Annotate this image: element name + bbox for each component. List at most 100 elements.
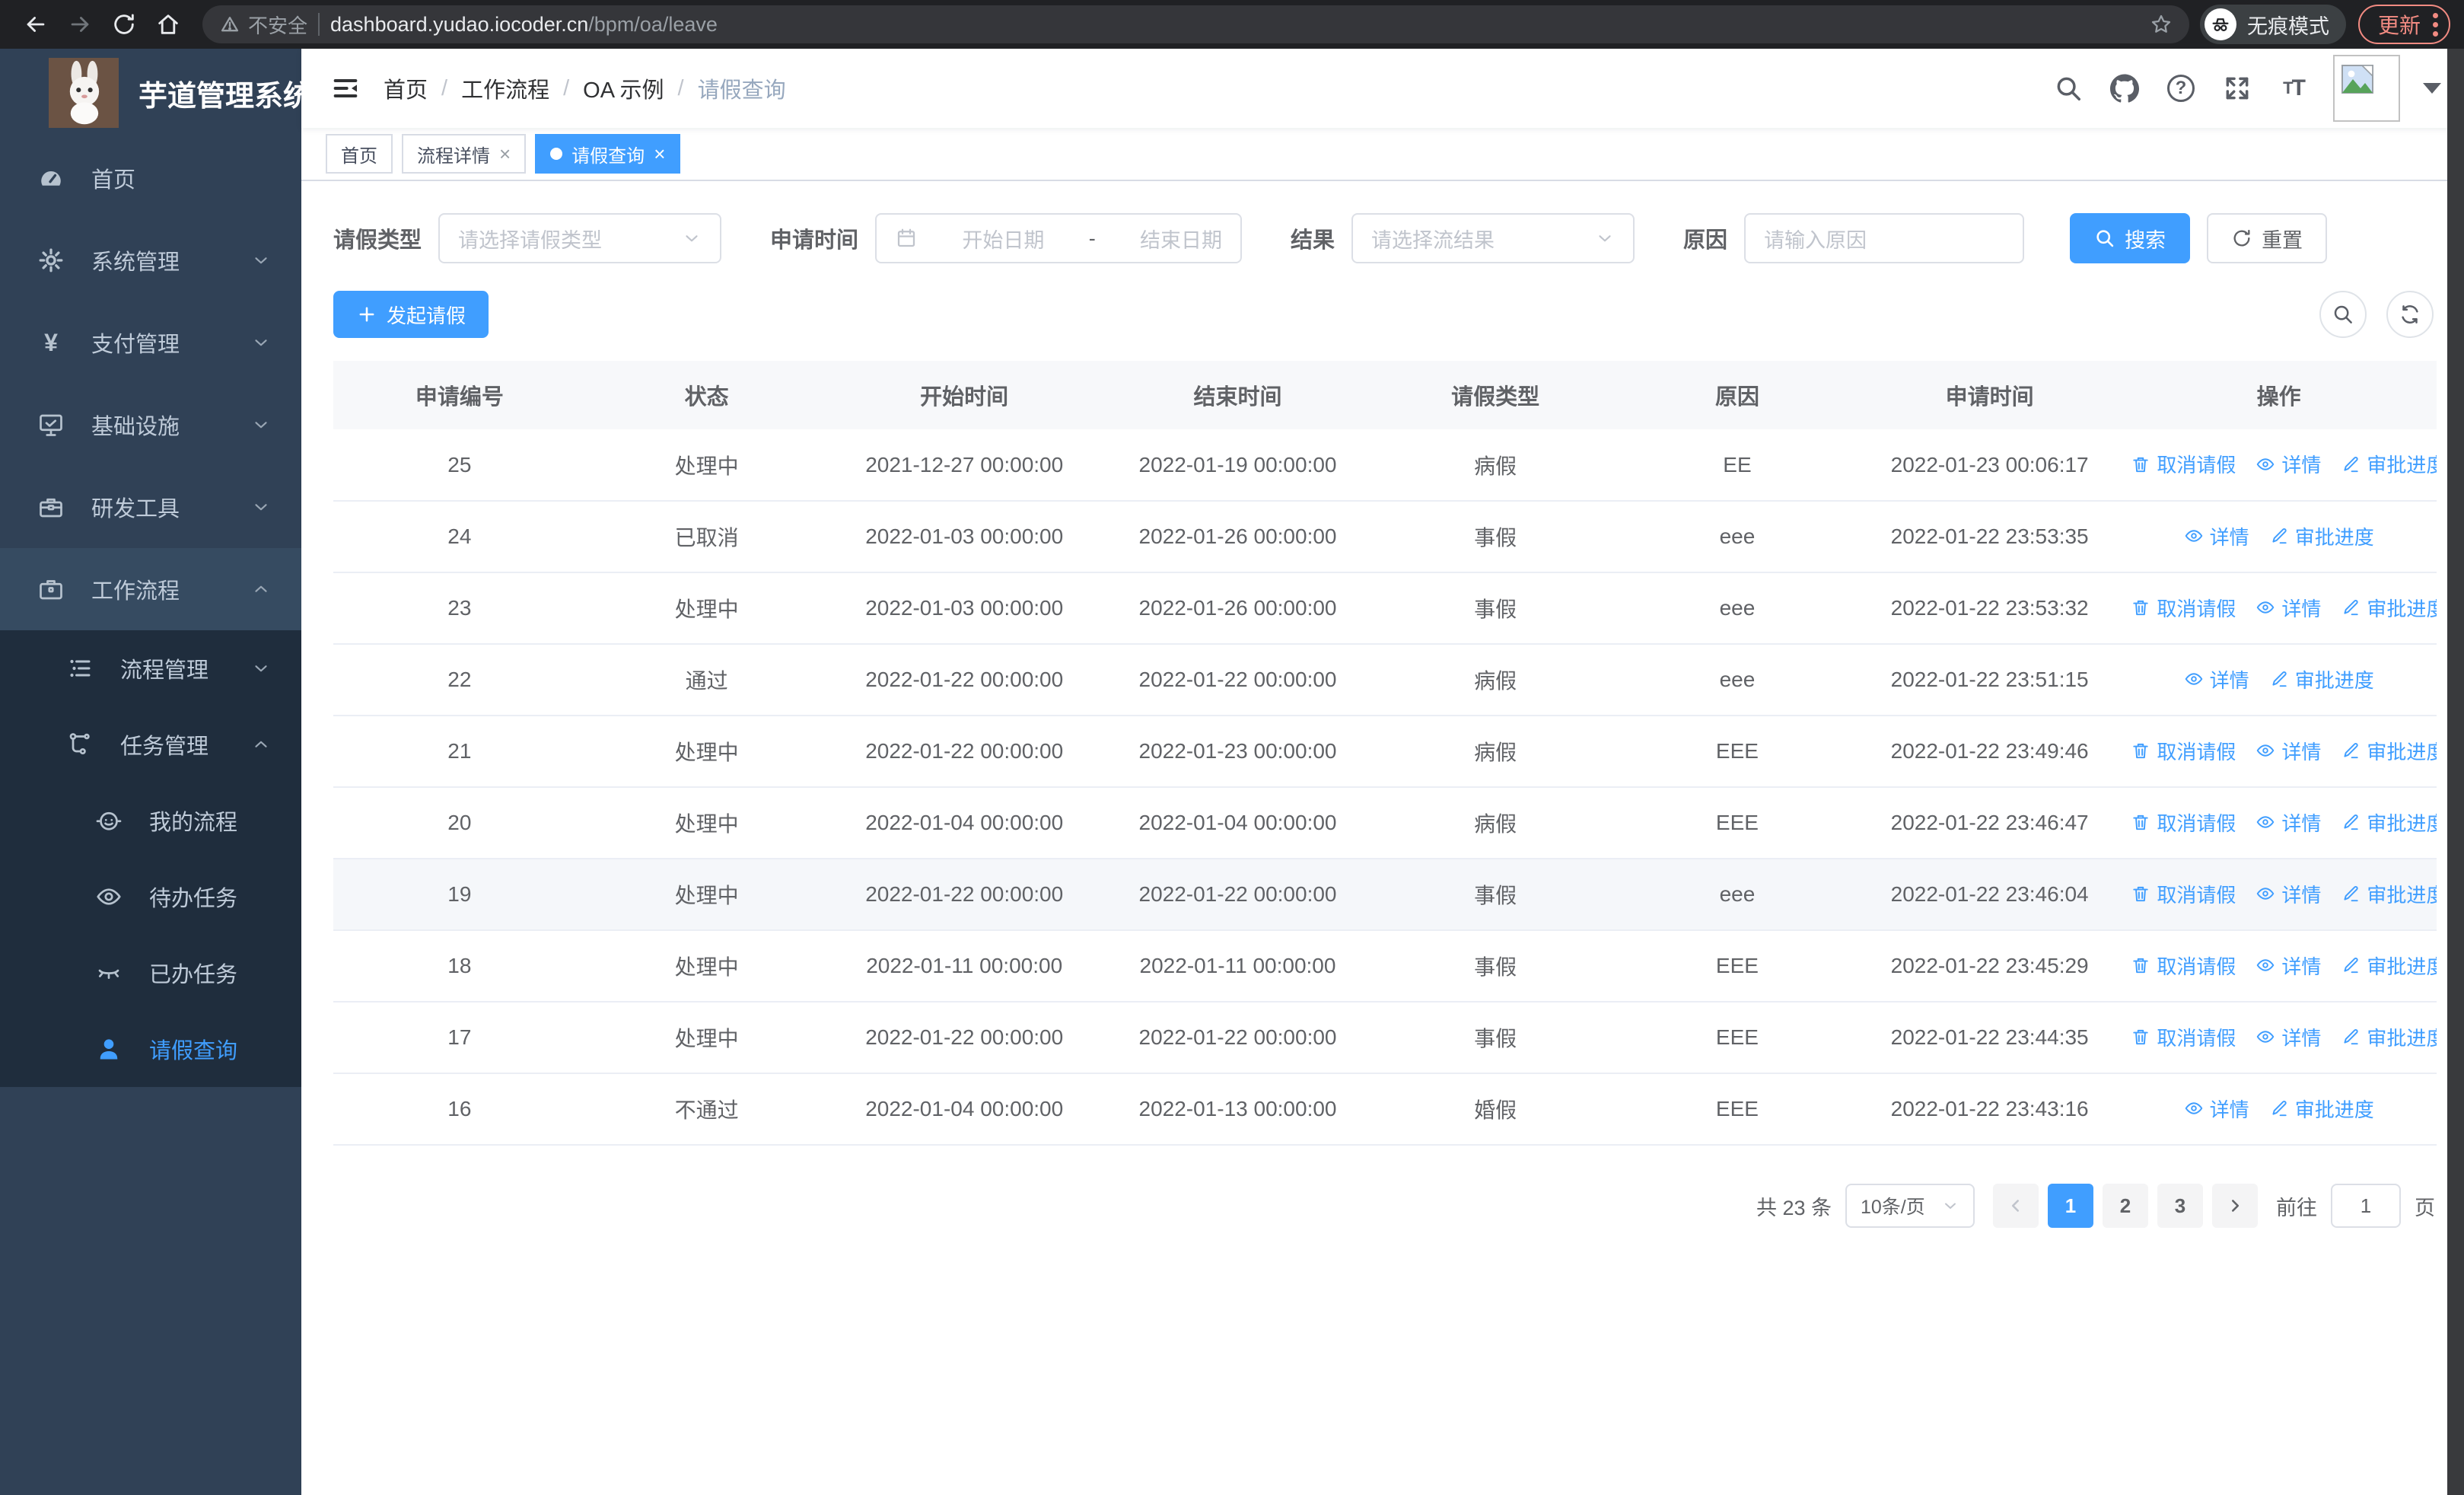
sidebar-item-home[interactable]: 首页 [0, 137, 301, 219]
browser-scrollbar[interactable] [2447, 49, 2464, 1495]
action-cancel-link[interactable]: 取消请假 [2131, 1023, 2236, 1051]
help-icon[interactable]: ? [2164, 72, 2198, 105]
sidebar-item-done-tasks[interactable]: 已办任务 [0, 935, 301, 1011]
table-row[interactable]: 23 处理中 2022-01-03 00:00:00 2022-01-26 00:00… [333, 572, 2437, 645]
action-progress-link[interactable]: 审批进度 [2269, 522, 2374, 550]
page-button-1[interactable]: 1 [2048, 1184, 2093, 1228]
page-button-3[interactable]: 3 [2157, 1184, 2203, 1228]
sidebar-item-label: 系统管理 [91, 250, 180, 275]
tag-leave-query[interactable]: 请假查询 × [535, 134, 681, 174]
sidebar-item-task-mgmt[interactable]: 任务管理 [0, 706, 301, 783]
leave-type-select[interactable]: 请选择请假类型 [438, 213, 722, 263]
goto-page-input[interactable] [2331, 1184, 2401, 1228]
reason-input[interactable]: 请输入原因 [1744, 213, 2025, 263]
table-row[interactable]: 16 不通过 2022-01-04 00:00:00 2022-01-13 00:00… [333, 1073, 2437, 1146]
sidebar-item-system[interactable]: 系统管理 [0, 219, 301, 301]
reload-icon[interactable] [102, 5, 146, 44]
table-row[interactable]: 25 处理中 2021-12-27 00:00:00 2022-01-19 00:00… [333, 429, 2437, 502]
breadcrumb-oa-example[interactable]: OA 示例 [583, 72, 664, 104]
action-cancel-link[interactable]: 取消请假 [2131, 450, 2236, 478]
back-icon[interactable] [14, 5, 58, 44]
sidebar-item-process-mgmt[interactable]: 流程管理 [0, 630, 301, 706]
eye-icon [2257, 816, 2275, 828]
sidebar-item-devtools[interactable]: 研发工具 [0, 466, 301, 548]
action-progress-link[interactable]: 审批进度 [2269, 1095, 2374, 1123]
close-icon[interactable]: × [654, 144, 665, 164]
cell-applied: 2022-01-22 23:53:32 [1858, 572, 2122, 645]
action-cancel-link[interactable]: 取消请假 [2131, 594, 2236, 622]
create-leave-button[interactable]: 发起请假 [333, 291, 489, 338]
action-progress-link[interactable]: 审批进度 [2341, 880, 2437, 908]
action-detail-link[interactable]: 详情 [2184, 1095, 2249, 1123]
action-detail-link[interactable]: 详情 [2255, 1023, 2321, 1051]
breadcrumb-workflow[interactable]: 工作流程 [461, 72, 549, 104]
action-detail-link[interactable]: 详情 [2255, 450, 2321, 478]
security-warning[interactable]: 不安全 [219, 11, 307, 39]
action-cancel-link[interactable]: 取消请假 [2131, 808, 2236, 837]
forward-icon[interactable] [58, 5, 102, 44]
next-page-button[interactable] [2212, 1184, 2258, 1228]
update-button[interactable]: 更新 [2357, 5, 2450, 44]
action-detail-link[interactable]: 详情 [2255, 594, 2321, 622]
action-progress-link[interactable]: 审批进度 [2341, 808, 2437, 837]
tag-process-detail[interactable]: 流程详情 × [402, 134, 527, 174]
action-detail-link[interactable]: 详情 [2255, 737, 2321, 765]
sidebar-item-payment[interactable]: ¥ 支付管理 [0, 301, 301, 384]
search-icon[interactable] [2052, 72, 2085, 105]
action-detail-link[interactable]: 详情 [2255, 880, 2321, 908]
action-cancel-link[interactable]: 取消请假 [2131, 952, 2236, 980]
page-button-2[interactable]: 2 [2103, 1184, 2148, 1228]
sidebar-item-workflow[interactable]: 工作流程 [0, 548, 301, 630]
home-icon[interactable] [146, 5, 190, 44]
table-row[interactable]: 22 通过 2022-01-22 00:00:00 2022-01-22 00:00:… [333, 644, 2437, 716]
github-icon[interactable] [2108, 72, 2141, 105]
toggle-search-button[interactable] [2319, 291, 2367, 338]
sidebar-item-todo-tasks[interactable]: 待办任务 [0, 859, 301, 935]
result-select[interactable]: 请选择流结果 [1351, 213, 1635, 263]
action-detail-link[interactable]: 详情 [2255, 808, 2321, 837]
action-progress-link[interactable]: 审批进度 [2341, 952, 2437, 980]
cell-id: 17 [333, 1002, 586, 1074]
cell-actions: 取消请假 详情 审批进度 [2121, 930, 2437, 1003]
table-row[interactable]: 17 处理中 2022-01-22 00:00:00 2022-01-22 00:00… [333, 1002, 2437, 1074]
search-button[interactable]: 搜索 [2070, 213, 2191, 263]
action-detail-link[interactable]: 详情 [2255, 952, 2321, 980]
table-row[interactable]: 18 处理中 2022-01-11 00:00:00 2022-01-11 00:00… [333, 930, 2437, 1003]
action-progress-link[interactable]: 审批进度 [2341, 450, 2437, 478]
table-row[interactable]: 20 处理中 2022-01-04 00:00:00 2022-01-04 00:00… [333, 787, 2437, 859]
action-label: 审批进度 [2367, 1026, 2437, 1050]
app-logo-row[interactable]: 芋道管理系统 [0, 49, 301, 137]
sidebar-item-my-process[interactable]: 我的流程 [0, 783, 301, 859]
bookmark-star-icon[interactable] [2150, 13, 2173, 36]
table-row[interactable]: 19 处理中 2022-01-22 00:00:00 2022-01-22 00:00… [333, 859, 2437, 931]
table-row[interactable]: 24 已取消 2022-01-03 00:00:00 2022-01-26 00:00… [333, 501, 2437, 573]
action-detail-link[interactable]: 详情 [2184, 665, 2249, 693]
apply-time-range-picker[interactable]: 开始日期 - 结束日期 [875, 213, 1243, 263]
sidebar-collapse-icon[interactable] [324, 67, 367, 110]
calendar-icon [895, 227, 918, 250]
page-size-select[interactable]: 10条/页 [1845, 1184, 1975, 1228]
table-row[interactable]: 21 处理中 2022-01-22 00:00:00 2022-01-23 00:00… [333, 716, 2437, 788]
action-cancel-link[interactable]: 取消请假 [2131, 737, 2236, 765]
fullscreen-icon[interactable] [2220, 72, 2254, 105]
font-size-icon[interactable]: TT [2277, 72, 2310, 105]
action-cancel-link[interactable]: 取消请假 [2131, 880, 2236, 908]
action-detail-link[interactable]: 详情 [2184, 522, 2249, 550]
sidebar-item-infra[interactable]: 基础设施 [0, 384, 301, 466]
action-progress-link[interactable]: 审批进度 [2341, 737, 2437, 765]
breadcrumb-home[interactable]: 首页 [384, 72, 428, 104]
tag-home[interactable]: 首页 [326, 134, 393, 174]
action-progress-link[interactable]: 审批进度 [2341, 1023, 2437, 1051]
browser-menu-icon[interactable] [2433, 12, 2438, 37]
avatar[interactable] [2333, 55, 2400, 122]
address-bar[interactable]: 不安全 dashboard.yudao.iocoder.cn/bpm/oa/le… [202, 5, 2189, 43]
cell-applied: 2022-01-22 23:45:29 [1858, 930, 2122, 1003]
prev-page-button[interactable] [1993, 1184, 2039, 1228]
close-icon[interactable]: × [499, 144, 511, 164]
refresh-table-button[interactable] [2386, 291, 2434, 338]
action-progress-link[interactable]: 审批进度 [2341, 594, 2437, 622]
sidebar-item-leave-query[interactable]: 请假查询 [0, 1011, 301, 1087]
avatar-dropdown-caret[interactable] [2423, 83, 2441, 94]
action-progress-link[interactable]: 审批进度 [2269, 665, 2374, 693]
reset-button[interactable]: 重置 [2207, 213, 2328, 263]
